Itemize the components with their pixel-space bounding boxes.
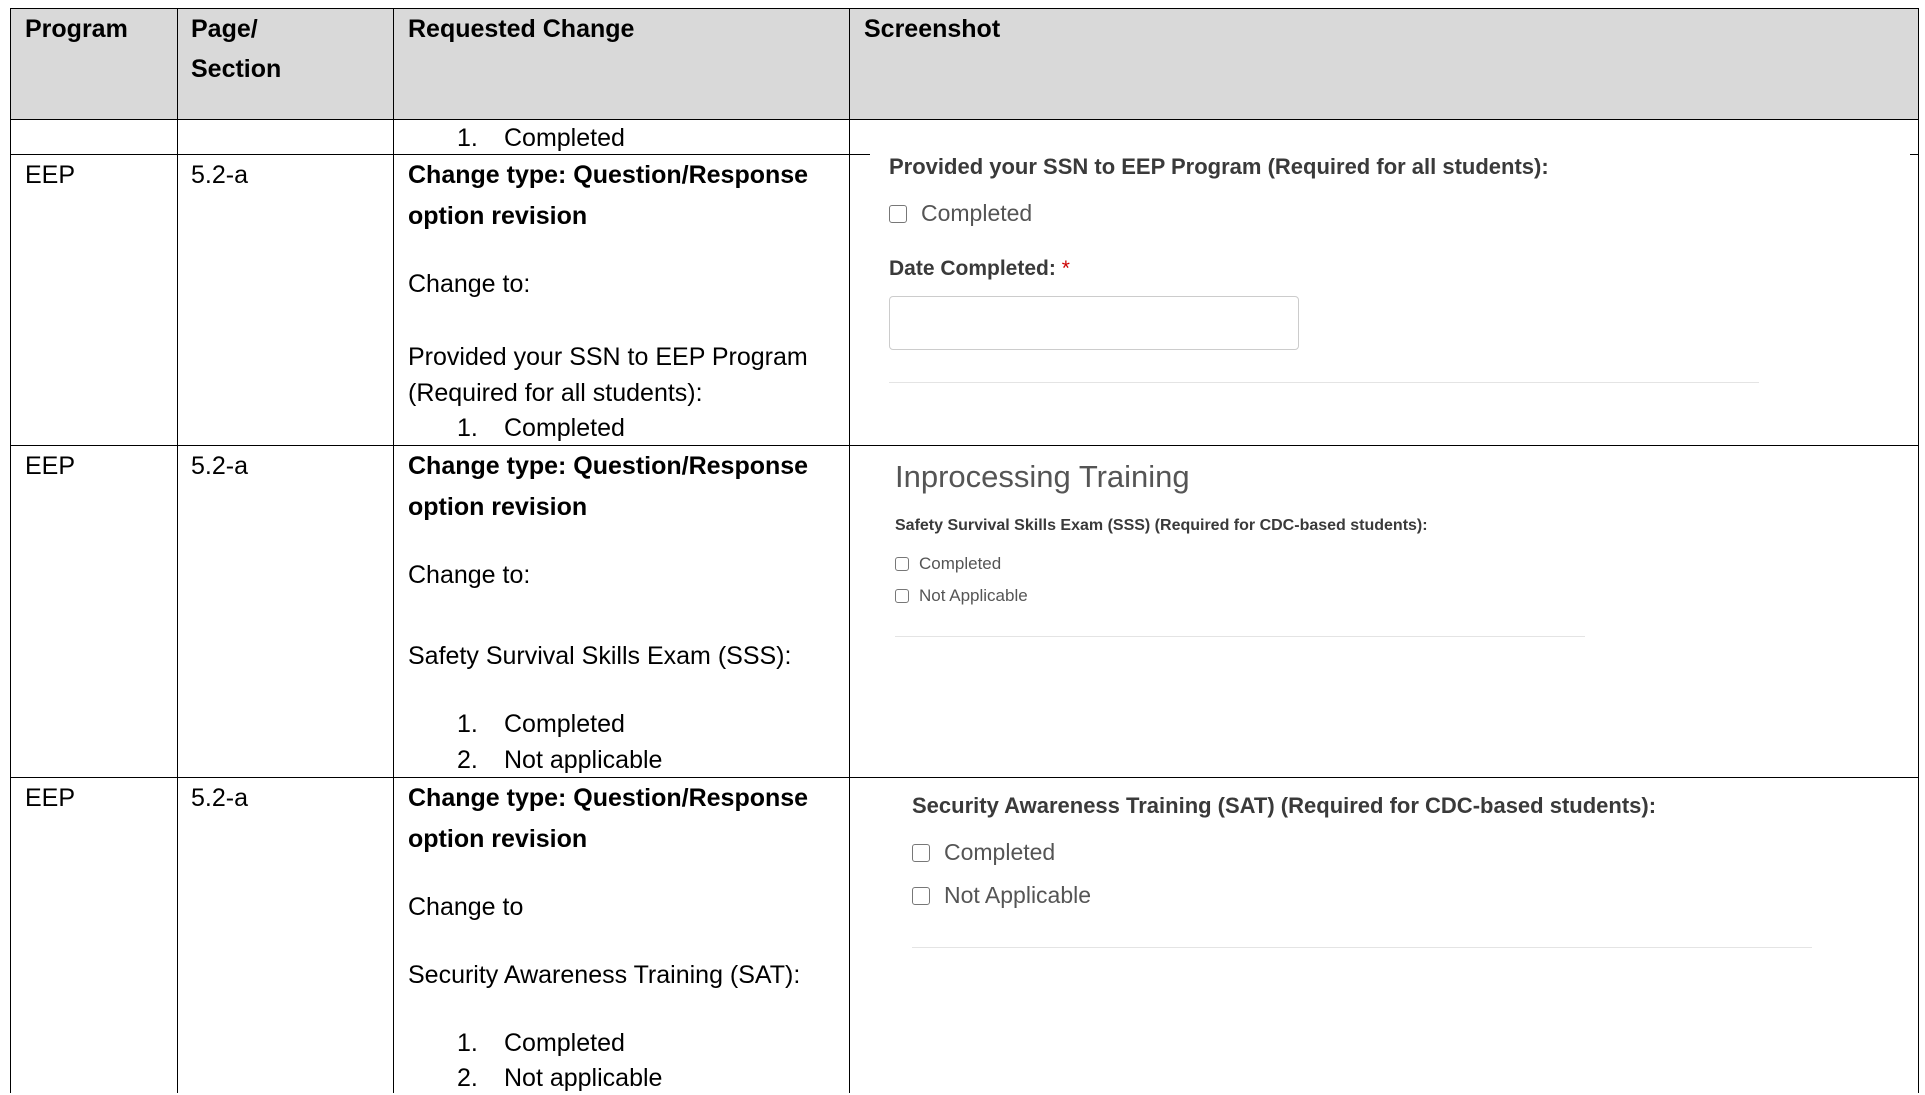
required-marker: * (1061, 257, 1070, 280)
date-completed-label: Date Completed: * (889, 257, 1070, 281)
change-request-table: Program Page/ Section Requested Change S… (0, 0, 1925, 1093)
checkbox-option[interactable]: Completed (889, 200, 1032, 227)
row-page-section: 5.2-a (191, 452, 248, 480)
change-type-label-cont: option revision (408, 825, 588, 853)
row-program: EEP (25, 161, 76, 189)
checkbox-label: Not Applicable (944, 882, 1092, 908)
change-to-label: Change to (408, 893, 524, 921)
row-program: EEP (25, 784, 76, 812)
change-type-label-cont: option revision (408, 202, 588, 230)
header-divider (10, 119, 1919, 120)
checkbox-icon[interactable] (889, 204, 907, 223)
screenshot-sat-form: Security Awareness Training (SAT) (Requi… (870, 782, 1910, 1093)
change-to-label: Change to: (408, 270, 531, 298)
question-text: Safety Survival Skills Exam (SSS): (408, 642, 792, 670)
checkbox-icon[interactable] (912, 843, 930, 862)
column-divider (849, 8, 850, 1093)
list-item-text: Completed (504, 124, 625, 152)
column-divider (177, 8, 178, 1093)
change-type-label: Change type: Question/Response (408, 161, 809, 189)
screenshot-ssn-form: Provided your SSN to EEP Program (Requir… (870, 150, 1910, 440)
header-requested-change: Requested Change (408, 15, 635, 43)
change-type-label: Change type: Question/Response (408, 452, 809, 480)
checkbox-option[interactable]: Not Applicable (895, 586, 1028, 606)
section-title: Inprocessing Training (895, 459, 1190, 494)
row-divider (10, 777, 1919, 778)
form-separator (912, 947, 1812, 948)
form-question: Safety Survival Skills Exam (SSS) (Requi… (895, 517, 1428, 534)
form-separator (895, 636, 1585, 637)
list-item-text: Completed (504, 1029, 625, 1057)
list-item-number: 1. (457, 414, 478, 442)
row-page-section: 5.2-a (191, 784, 248, 812)
list-item-number: 1. (457, 710, 478, 738)
table-border-left (10, 8, 11, 1093)
date-label-text: Date Completed: (889, 257, 1056, 280)
change-to-label: Change to: (408, 561, 531, 589)
form-question: Provided your SSN to EEP Program (Requir… (889, 154, 1549, 179)
checkbox-icon[interactable] (895, 557, 909, 571)
checkbox-icon[interactable] (895, 589, 909, 603)
header-page-line1: Page/ (191, 15, 258, 43)
row-program: EEP (25, 452, 76, 480)
checkbox-icon[interactable] (912, 886, 930, 905)
question-text-cont: (Required for all students): (408, 379, 703, 407)
checkbox-label: Completed (919, 554, 1002, 573)
list-item-number: 2. (457, 746, 478, 774)
list-item-number: 2. (457, 1064, 478, 1092)
change-type-label-cont: option revision (408, 493, 588, 521)
checkbox-option[interactable]: Not Applicable (912, 882, 1091, 909)
list-item-text: Completed (504, 710, 625, 738)
question-text: Provided your SSN to EEP Program (408, 343, 808, 371)
checkbox-label: Completed (944, 839, 1056, 865)
screenshot-sss-form: Inprocessing Training Safety Survival Sk… (870, 450, 1910, 772)
form-question: Security Awareness Training (SAT) (Requi… (912, 793, 1657, 818)
row-page-section: 5.2-a (191, 161, 248, 189)
checkbox-label: Completed (921, 200, 1033, 226)
table-border-right (1918, 8, 1919, 1093)
header-page-line2: Section (191, 55, 282, 83)
question-text: Security Awareness Training (SAT): (408, 961, 801, 989)
checkbox-label: Not Applicable (919, 586, 1028, 605)
list-item-number: 1. (457, 124, 478, 152)
list-item-number: 1. (457, 1029, 478, 1057)
change-type-label: Change type: Question/Response (408, 784, 809, 812)
list-item-text: Not applicable (504, 746, 663, 774)
column-divider (393, 8, 394, 1093)
row-divider (10, 445, 1919, 446)
header-program: Program (25, 15, 128, 43)
form-separator (889, 382, 1759, 383)
list-item-text: Not applicable (504, 1064, 663, 1092)
list-item-text: Completed (504, 414, 625, 442)
header-screenshot: Screenshot (864, 15, 1001, 43)
checkbox-option[interactable]: Completed (912, 839, 1055, 866)
checkbox-option[interactable]: Completed (895, 554, 1001, 574)
date-completed-input[interactable] (889, 296, 1299, 350)
